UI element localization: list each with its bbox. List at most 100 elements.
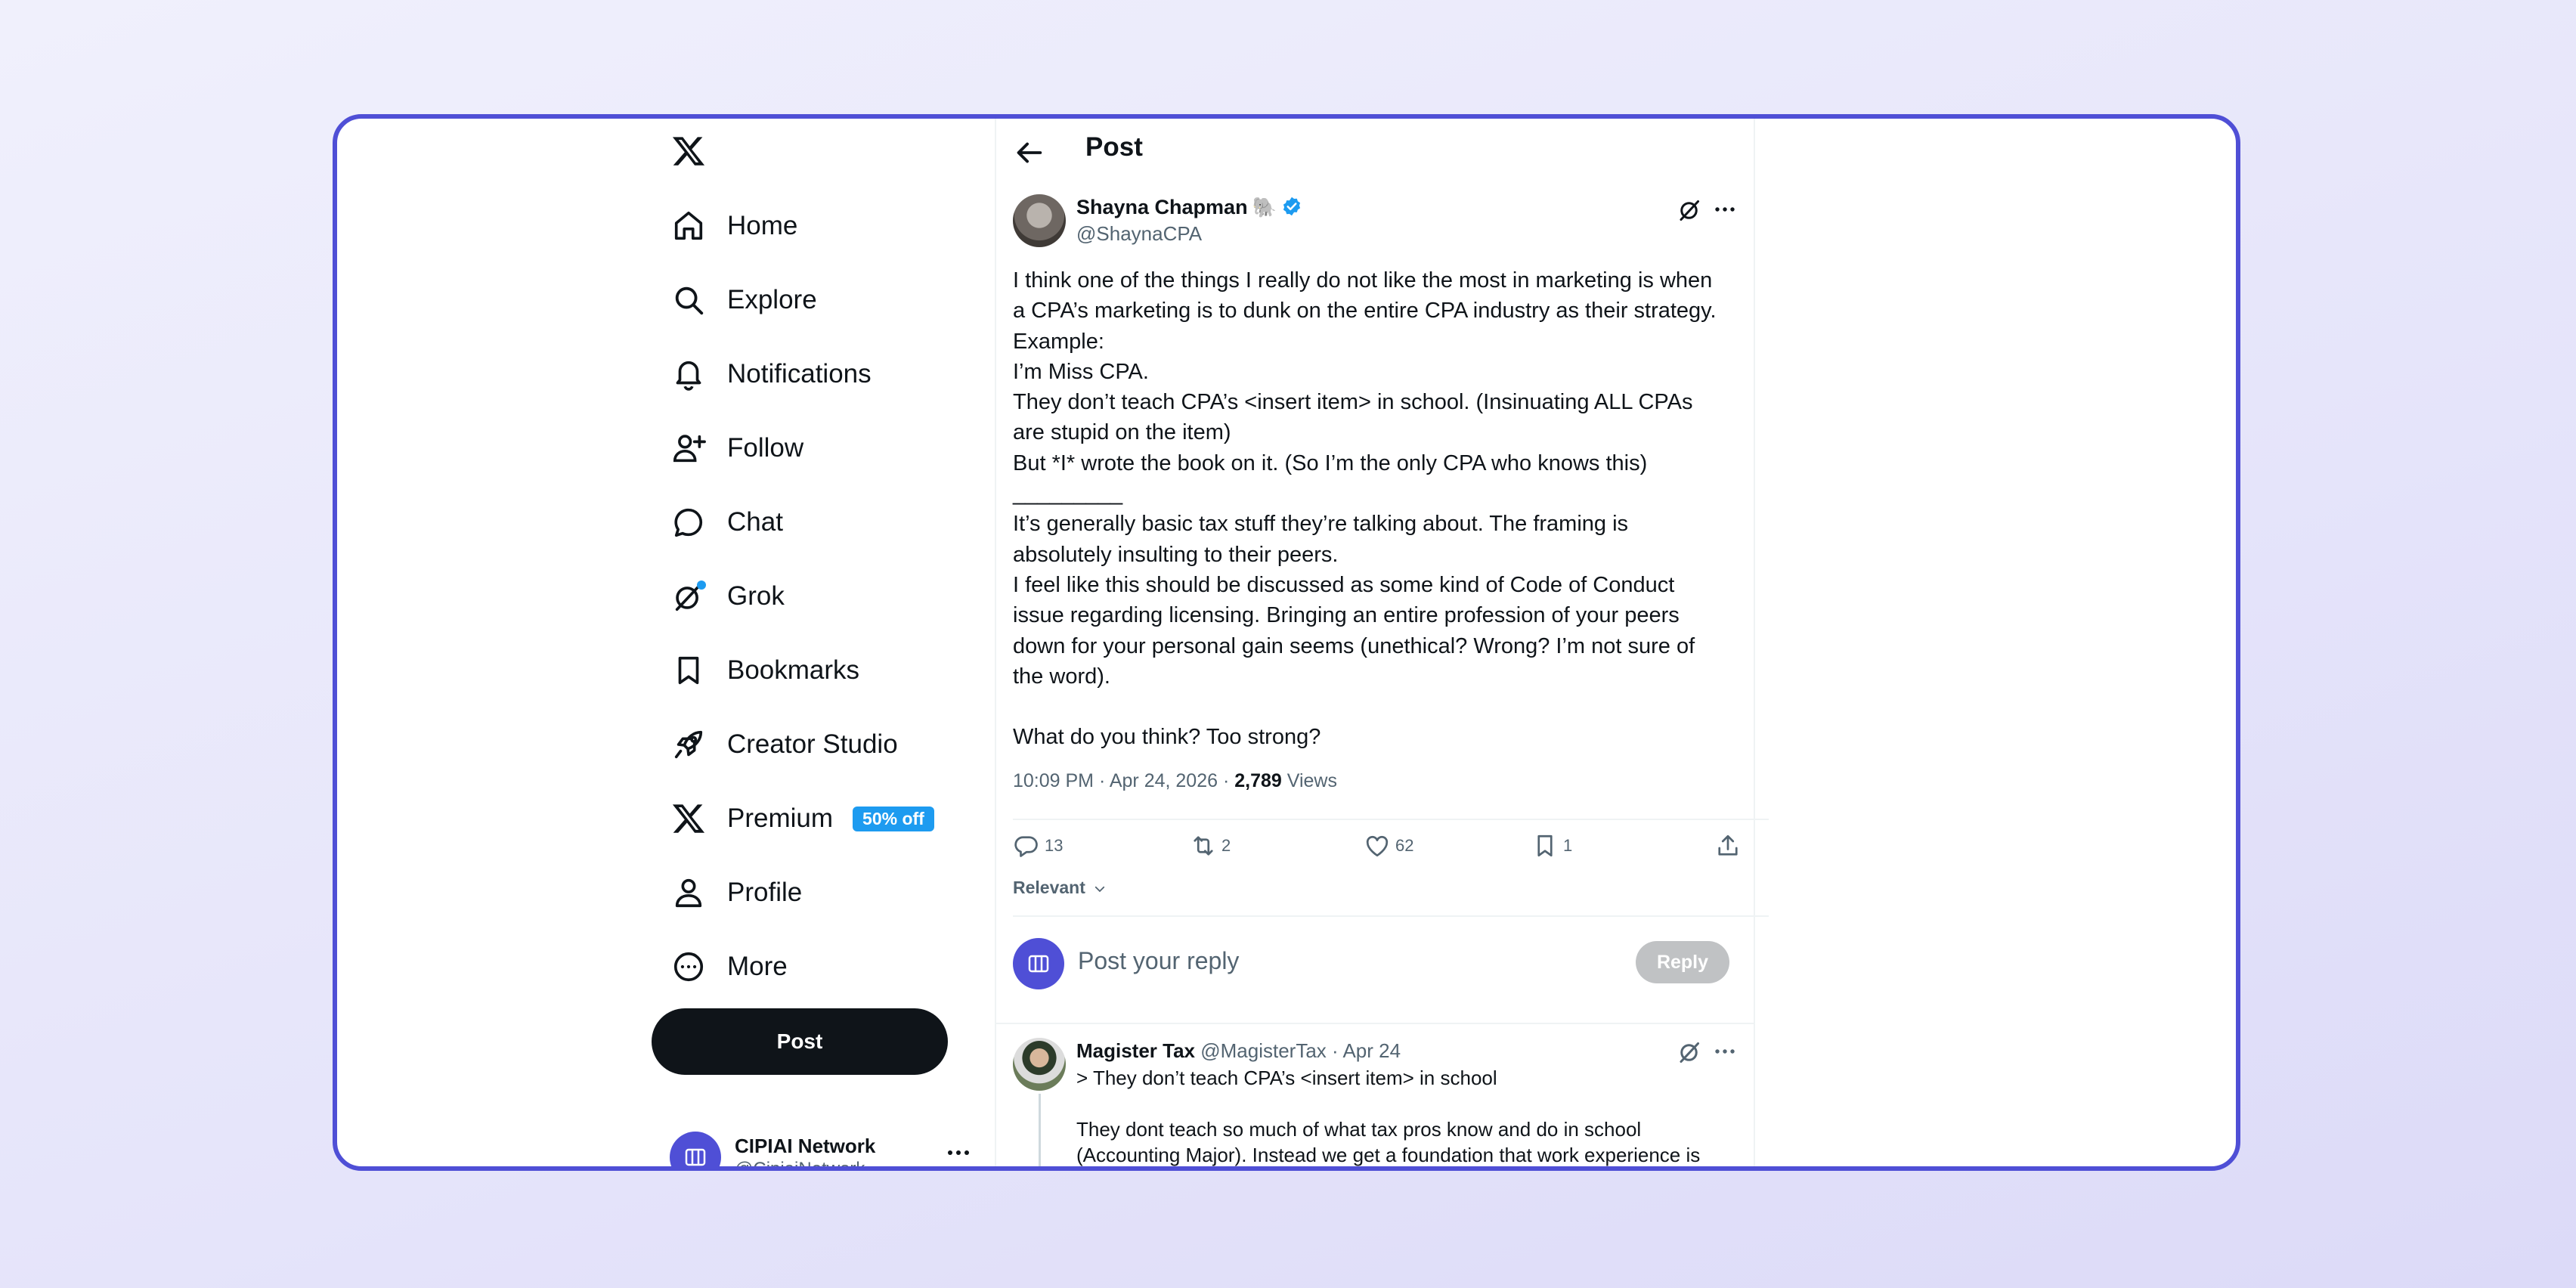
app-window: Home Explore Notifications Follow Chat G… (333, 114, 2240, 1171)
post-line: Example: (1013, 329, 1104, 354)
nav-grok-label: Grok (727, 581, 785, 611)
repost-action[interactable]: 2 (1190, 831, 1231, 861)
grok-explain-icon[interactable] (1677, 196, 1704, 223)
composer-avatar (1013, 938, 1064, 989)
nav-more[interactable]: More (671, 944, 788, 989)
x-logo-icon (671, 801, 706, 836)
nav-premium[interactable]: Premium 50% off (671, 796, 934, 841)
author-name-row[interactable]: Shayna Chapman 🐘 (1076, 196, 1302, 219)
account-name: CIPIAI Network (735, 1135, 876, 1157)
nav-profile[interactable]: Profile (671, 870, 802, 915)
author-avatar[interactable] (1013, 194, 1066, 247)
author-emoji: 🐘 (1252, 196, 1277, 218)
post-line: But *I* wrote the book on it. (So I’m th… (1013, 450, 1648, 475)
chat-bubble-icon (671, 505, 706, 540)
nav-chat-label: Chat (727, 507, 783, 537)
author-name: Shayna Chapman (1076, 196, 1248, 218)
post-line: issue regarding licensing. Bringing an e… (1013, 603, 1680, 628)
account-handle: @CipiaiNetwork (735, 1159, 865, 1171)
like-action[interactable]: 62 (1364, 831, 1413, 861)
post-line: are stupid on the item) (1013, 420, 1231, 445)
bookmark-action[interactable]: 1 (1531, 831, 1572, 861)
heart-icon (1366, 835, 1389, 857)
grok-notification-dot (697, 581, 706, 590)
chevron-down-icon (1093, 882, 1107, 896)
share-icon (1718, 834, 1738, 856)
person-add-icon (671, 431, 706, 466)
post-button[interactable]: Post (652, 1008, 948, 1075)
nav-notifications[interactable]: Notifications (671, 351, 872, 397)
post-line: a CPA’s marketing is to dunk on the enti… (1013, 299, 1717, 324)
verified-badge-icon (1281, 196, 1302, 217)
nav-creator-studio[interactable]: Creator Studio (671, 722, 898, 767)
bookmark-icon (1537, 834, 1553, 857)
post-line (1013, 692, 1769, 722)
reply-header: Magister Tax @MagisterTax · Apr 24 (1076, 1039, 1401, 1063)
divider (1013, 915, 1769, 917)
page-title: Post (1085, 132, 1143, 162)
reply-author-name[interactable]: Magister Tax (1076, 1039, 1195, 1062)
nav-explore-label: Explore (727, 285, 817, 314)
reply-author-meta: @MagisterTax · Apr 24 (1195, 1039, 1401, 1062)
post-line: I feel like this should be discussed as … (1013, 572, 1675, 597)
x-logo-icon[interactable] (671, 134, 706, 169)
reply-count: 13 (1045, 836, 1064, 855)
nav-follow[interactable]: Follow (671, 426, 803, 471)
post-line: They don’t teach CPA’s <insert item> in … (1013, 390, 1693, 415)
reply-author-avatar[interactable] (1013, 1038, 1066, 1091)
thread-line (1039, 1094, 1041, 1166)
divider (995, 1023, 1754, 1024)
rocket-icon (671, 727, 706, 762)
repost-count: 2 (1221, 836, 1231, 855)
post-line: I think one of the things I really do no… (1013, 268, 1713, 293)
post-line: It’s generally basic tax stuff they’re t… (1013, 512, 1629, 537)
reply-quote: > They don’t teach CPA’s <insert item> i… (1076, 1067, 1497, 1089)
post-line: What do you think? Too strong? (1013, 725, 1321, 750)
author-handle[interactable]: @ShaynaCPA (1076, 222, 1202, 246)
post-timestamp[interactable]: 10:09 PM · Apr 24, 2026 · (1013, 770, 1234, 791)
nav-premium-label: Premium (727, 803, 834, 833)
account-avatar (670, 1132, 721, 1166)
reply-more-icon[interactable] (1711, 1038, 1738, 1065)
more-circle-icon (671, 949, 706, 984)
nav-profile-label: Profile (727, 878, 803, 907)
grok-icon (671, 579, 706, 614)
bookmark-count: 1 (1563, 836, 1573, 855)
search-icon (671, 283, 706, 317)
account-switcher[interactable]: CIPIAI Network @CipiaiNetwork (670, 1132, 942, 1171)
repost-icon (1194, 836, 1213, 856)
back-arrow-icon[interactable] (1011, 135, 1046, 170)
reply-button[interactable]: Reply (1636, 941, 1729, 983)
bookmark-icon (671, 653, 706, 688)
divider (1013, 819, 1769, 820)
nav-chat[interactable]: Chat (671, 500, 783, 545)
reply-icon (1014, 836, 1038, 857)
reply-input[interactable]: Post your reply (1078, 947, 1239, 975)
nav-bookmarks-label: Bookmarks (727, 655, 860, 685)
account-more-icon[interactable] (942, 1141, 975, 1164)
nav-grok[interactable]: Grok (671, 574, 785, 619)
reply-action[interactable]: 13 (1013, 831, 1063, 861)
share-action[interactable] (1714, 831, 1742, 861)
nav-bookmarks[interactable]: Bookmarks (671, 648, 859, 693)
nav-explore[interactable]: Explore (671, 277, 817, 323)
nav-home[interactable]: Home (671, 203, 797, 249)
post-body: I think one of the things I really do no… (1013, 265, 1769, 752)
post-line: the word). (1013, 664, 1110, 689)
grok-explain-icon[interactable] (1677, 1038, 1704, 1065)
post-line: _________ (1013, 481, 1123, 506)
premium-discount-badge: 50% off (853, 806, 934, 831)
reply-body: They dont teach so much of what tax pros… (1076, 1118, 1701, 1166)
nav-home-label: Home (727, 211, 798, 240)
sort-dropdown[interactable]: Relevant (1013, 878, 1107, 898)
bell-icon (671, 357, 706, 392)
post-line: down for your personal gain seems (uneth… (1013, 633, 1695, 658)
post-line: I’m Miss CPA. (1013, 359, 1149, 384)
nav-follow-label: Follow (727, 433, 804, 463)
post-meta: 10:09 PM · Apr 24, 2026 · 2,789 Views (1013, 770, 1337, 792)
nav-more-label: More (727, 952, 788, 981)
post-line: absolutely insulting to their peers. (1013, 542, 1339, 567)
post-more-icon[interactable] (1711, 196, 1738, 223)
column-divider-left (995, 119, 996, 1166)
views-count: 2,789 (1234, 770, 1282, 791)
